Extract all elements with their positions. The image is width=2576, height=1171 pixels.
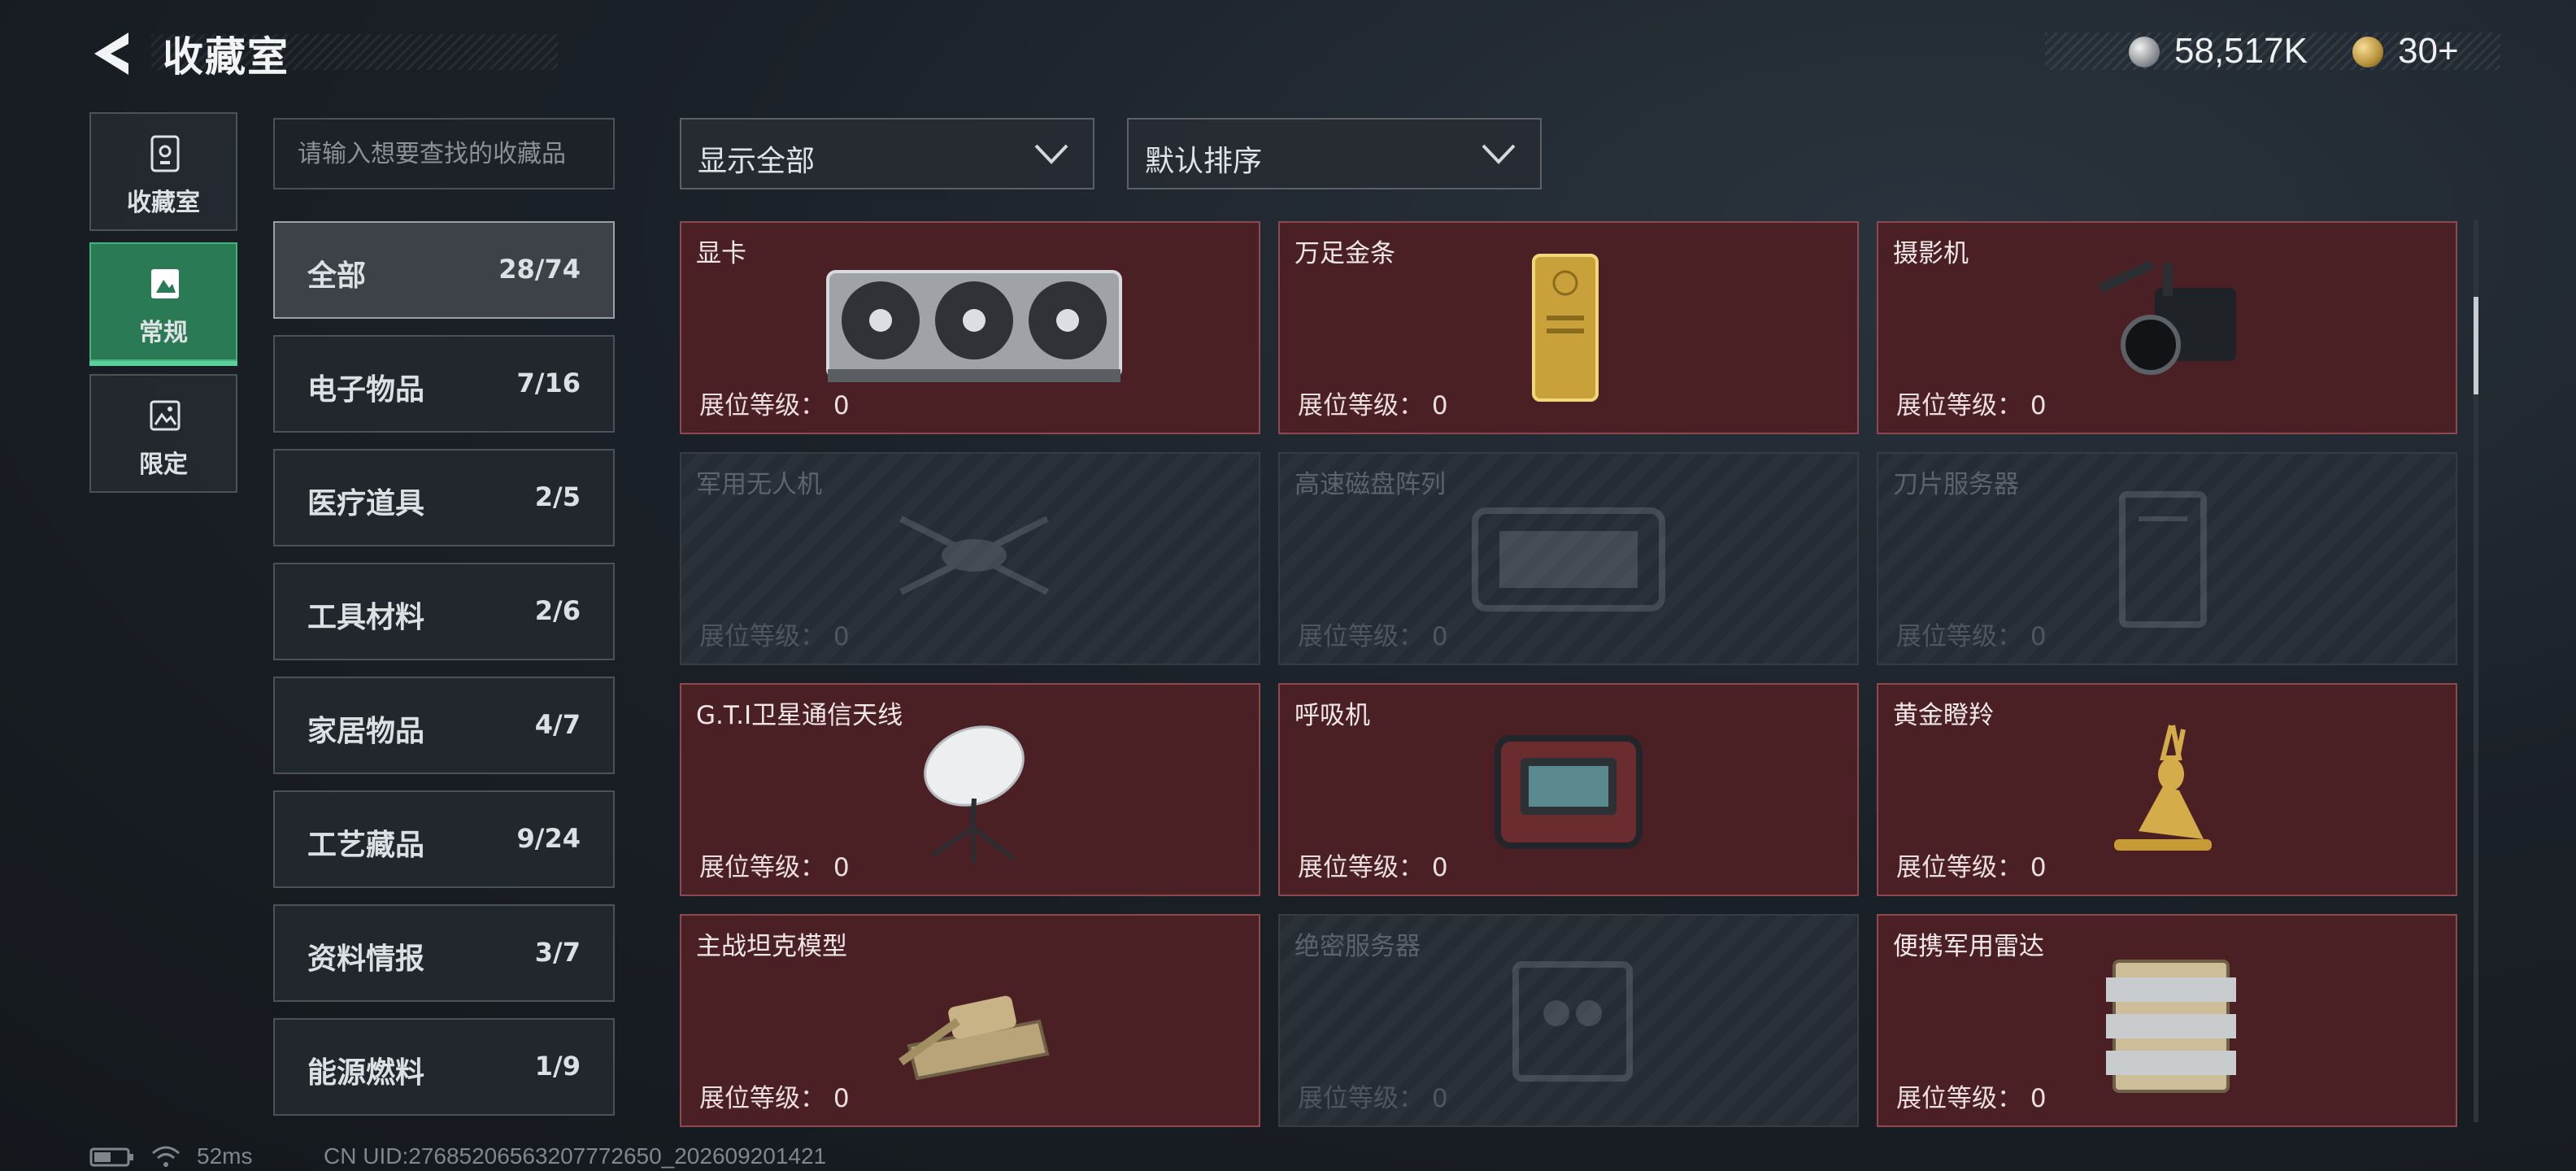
item-level: 展位等级： 0 [1896,391,2047,420]
server-icon [1512,961,1633,1082]
item-name: 高速磁盘阵列 [1295,470,1446,499]
category-count: 2/6 [534,595,581,626]
item-card[interactable]: 便携军用雷达 展位等级： 0 [1877,914,2457,1127]
item-card[interactable]: 高速磁盘阵列 展位等级： 0 [1278,452,1859,665]
item-name: 摄影机 [1893,239,1969,268]
item-name: 便携军用雷达 [1893,932,2044,961]
category-energy[interactable]: 能源燃料 1/9 [273,1018,615,1116]
disk-array-icon [1472,507,1665,612]
item-card[interactable]: 呼吸机 展位等级： 0 [1278,683,1859,896]
category-electronics[interactable]: 电子物品 7/16 [273,335,615,433]
item-name: 呼吸机 [1295,701,1370,730]
item-name: 军用无人机 [696,470,822,499]
gallery-icon [150,400,181,431]
sort-value: 默认排序 [1145,145,1263,178]
item-name: 主战坦克模型 [696,932,847,961]
graphics-card-icon [826,270,1122,382]
item-name: 刀片服务器 [1893,470,2019,499]
sort-dropdown[interactable]: 默认排序 [1127,118,1542,189]
category-name: 家居物品 [307,715,425,748]
display-filter-value: 显示全部 [698,145,816,178]
uid-text: CN UID:2768520656320777265​0_20260920142… [324,1143,827,1169]
item-level: 展位等级： 0 [1298,853,1448,882]
item-name: G.T.I卫星通信天线 [696,701,903,730]
item-card[interactable]: 万足金条 展位等级： 0 [1278,221,1859,434]
item-level: 展位等级： 0 [699,622,850,651]
item-level: 展位等级： 0 [1896,853,2047,882]
rail-tab-regular[interactable]: 常规 [89,242,237,366]
rail-tab-vault[interactable]: 收藏室 [89,112,237,231]
silver-currency-amount: 58,517K [2174,31,2308,71]
rail-tab-limited[interactable]: 限定 [89,374,237,493]
category-name: 全部 [307,259,367,293]
category-count: 7/16 [516,368,581,398]
item-name: 万足金条 [1295,239,1395,268]
video-camera-icon [2098,259,2236,375]
drone-icon [899,516,1049,595]
blade-server-icon [2119,491,2207,628]
item-name: 黄金瞪羚 [1893,701,1994,730]
ventilator-icon [1495,735,1643,849]
golden-gazelle-icon [2114,725,2212,851]
page-title: 收藏室 [163,33,289,81]
vault-icon [150,135,180,172]
item-level: 展位等级： 0 [699,391,850,420]
item-name: 绝密服务器 [1295,932,1421,961]
back-arrow-icon[interactable] [88,28,140,80]
category-household[interactable]: 家居物品 4/7 [273,677,615,774]
satellite-antenna-icon [924,725,1025,864]
item-name: 显卡 [696,239,746,268]
item-level: 展位等级： 0 [699,1084,850,1113]
item-card[interactable]: 黄金瞪羚 展位等级： 0 [1877,683,2457,896]
category-crafts[interactable]: 工艺藏品 9/24 [273,790,615,888]
item-level: 展位等级： 0 [699,853,850,882]
rail-tab-limited-label: 限定 [139,451,188,479]
category-name: 工具材料 [307,601,425,634]
item-card[interactable]: G.T.I卫星通信天线 展位等级： 0 [680,683,1260,896]
rail-tab-vault-label: 收藏室 [127,189,200,217]
item-card[interactable]: 军用无人机 展位等级： 0 [680,452,1260,665]
category-name: 电子物品 [307,373,425,407]
category-all[interactable]: 全部 28/74 [273,221,615,319]
category-name: 工艺藏品 [307,829,425,862]
category-medical[interactable]: 医疗道具 2/5 [273,449,615,546]
portable-radar-icon [2106,960,2236,1093]
scrollbar-thumb[interactable] [2474,297,2478,394]
ping-value: 52ms [197,1143,253,1169]
item-level: 展位等级： 0 [1896,622,2047,651]
search-input[interactable] [273,118,615,189]
category-count: 9/24 [516,823,581,854]
item-level: 展位等级： 0 [1298,1084,1448,1113]
item-level: 展位等级： 0 [1298,622,1448,651]
item-card[interactable]: 刀片服务器 展位等级： 0 [1877,452,2457,665]
category-tools[interactable]: 工具材料 2/6 [273,563,615,660]
rail-tab-regular-label: 常规 [139,319,188,347]
gold-currency-amount[interactable]: 30+ [2398,31,2459,72]
gold-bar-icon [1532,254,1599,402]
display-filter-dropdown[interactable]: 显示全部 [680,118,1094,189]
chevron-down-icon [1034,144,1068,164]
category-count: 28/74 [498,254,581,285]
item-level: 展位等级： 0 [1896,1084,2047,1113]
category-name: 能源燃料 [307,1056,425,1090]
silver-coin-icon [2129,37,2160,67]
chevron-down-icon [1482,144,1516,164]
item-card[interactable]: 主战坦克模型 展位等级： 0 [680,914,1260,1127]
category-intel[interactable]: 资料情报 3/7 [273,904,615,1002]
wifi-icon [152,1146,180,1167]
item-card[interactable]: 摄影机 展位等级： 0 [1877,221,2457,434]
item-card[interactable]: 绝密服务器 展位等级： 0 [1278,914,1859,1127]
tank-model-icon [899,995,1050,1081]
item-card[interactable]: 显卡 展位等级： 0 [680,221,1260,434]
gold-coin-icon [2352,37,2383,67]
category-count: 4/7 [534,709,581,740]
battery-icon [89,1147,133,1167]
category-count: 3/7 [534,937,581,968]
category-name: 医疗道具 [307,487,425,520]
image-icon [151,269,179,298]
category-count: 1/9 [534,1051,581,1082]
category-count: 2/5 [534,481,581,512]
category-name: 资料情报 [307,942,425,976]
item-level: 展位等级： 0 [1298,391,1448,420]
